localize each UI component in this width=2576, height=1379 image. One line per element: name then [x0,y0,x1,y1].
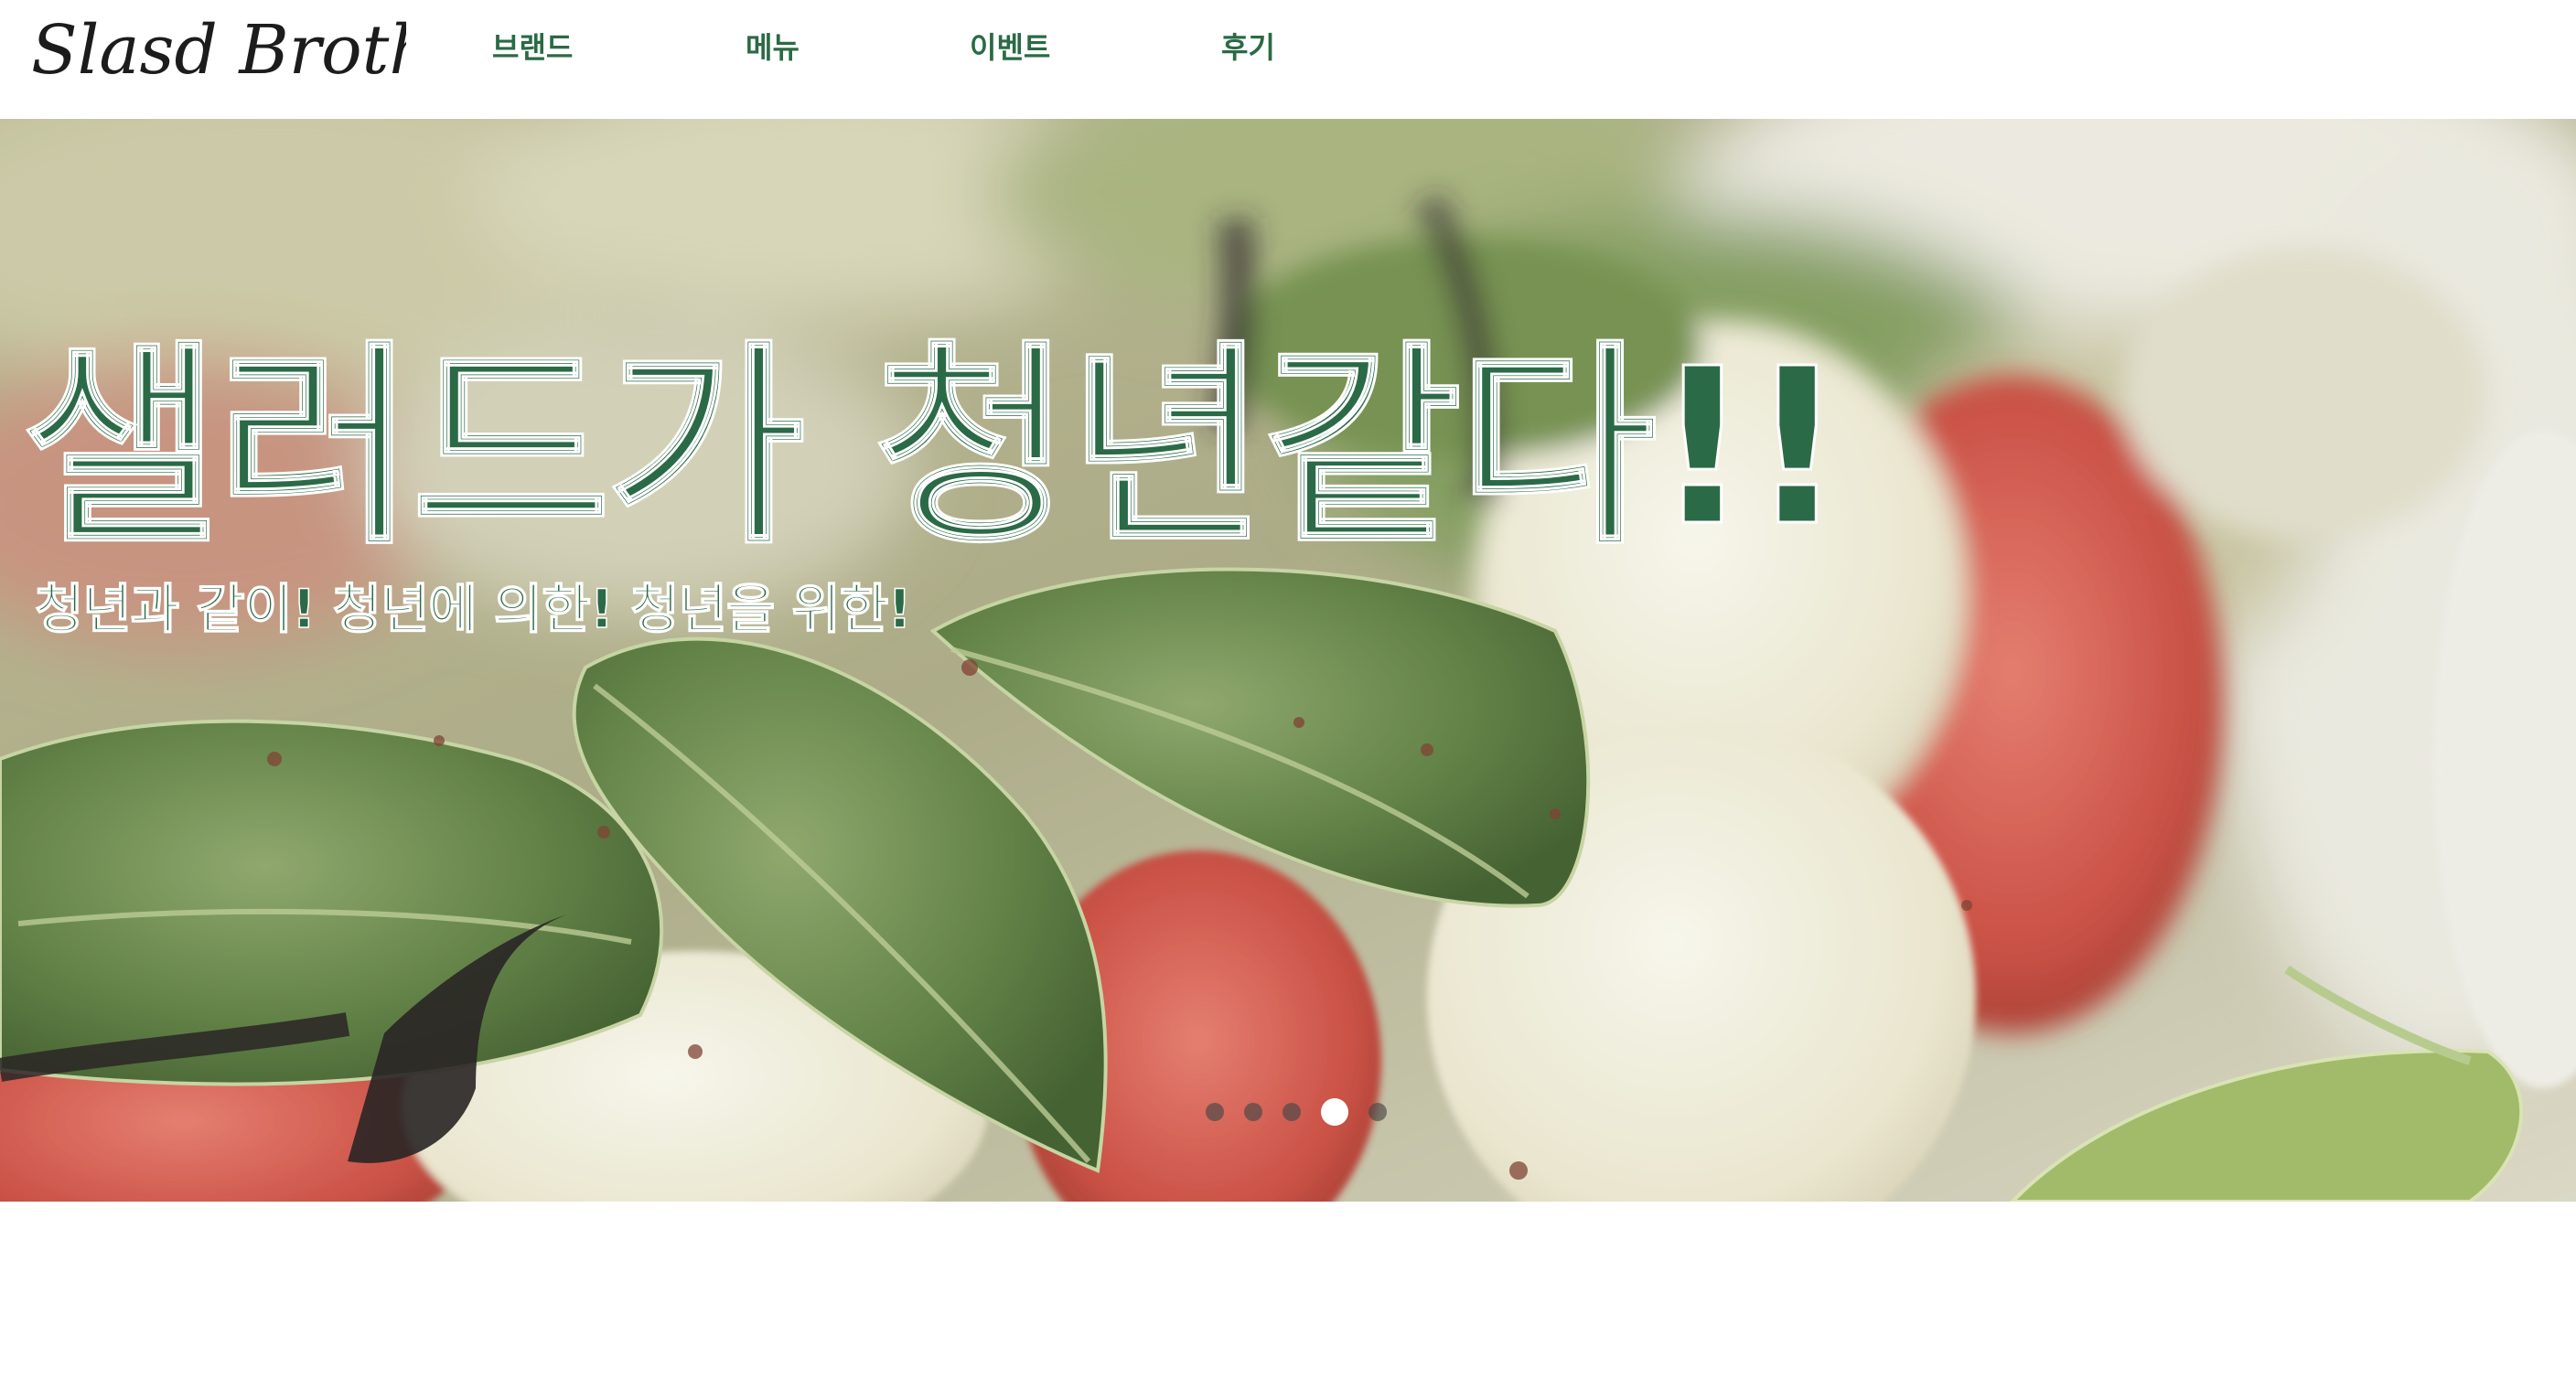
salad-photo [0,119,2576,1202]
brand-logo[interactable]: Slasd Brothers [31,7,406,90]
page-footer-space [0,1202,2576,1379]
site-header: Slasd Brothers 브랜드 메뉴 이벤트 후기 [0,0,2576,119]
slider-pagination [1206,1094,1387,1130]
nav-item-review[interactable]: 후기 [1221,26,1275,69]
nav-item-menu[interactable]: 메뉴 [746,26,800,69]
slider-dot-4[interactable] [1321,1098,1348,1126]
slider-dot-3[interactable] [1283,1103,1301,1121]
hero-title: 샐러드가 청년같다!! [20,321,1847,575]
nav-item-event[interactable]: 이벤트 [970,26,1050,69]
slider-dot-1[interactable] [1206,1103,1224,1121]
nav-item-brand[interactable]: 브랜드 [492,26,573,69]
slider-dot-2[interactable] [1244,1103,1262,1121]
hero-subtitle: 청년과 같이! 청년에 의한! 청년을 위한! [34,577,912,641]
logo-text: Slasd Brothers [31,11,406,90]
hero-slider: 샐러드가 청년같다!! 청년과 같이! 청년에 의한! 청년을 위한! [0,119,2576,1202]
slider-dot-5[interactable] [1368,1103,1387,1121]
